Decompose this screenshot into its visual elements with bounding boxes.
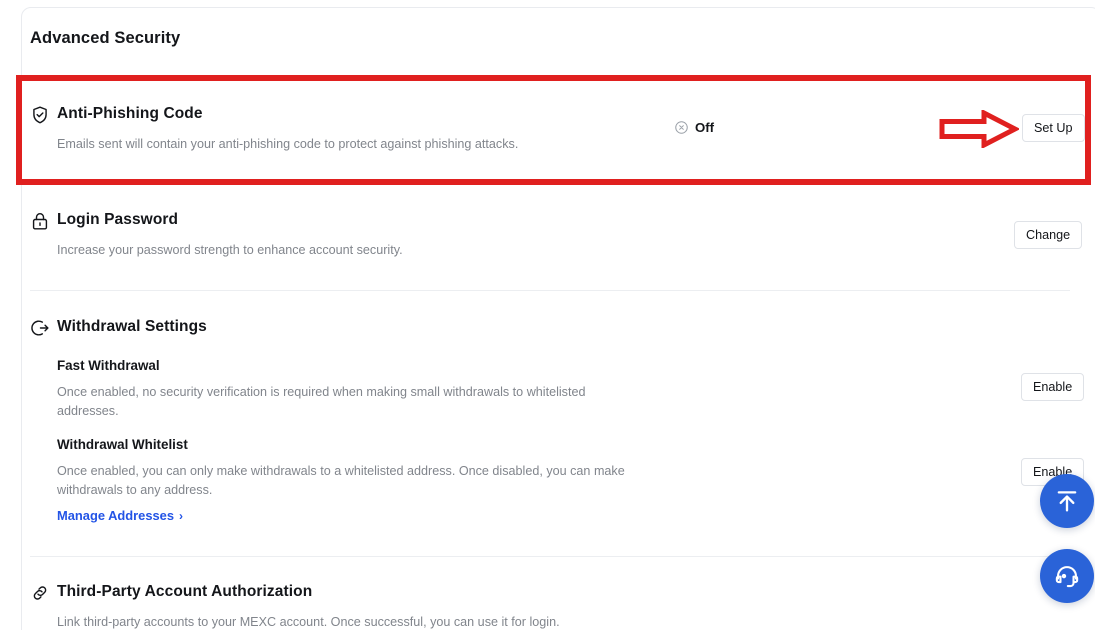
third-party-auth-title: Third-Party Account Authorization [57,583,313,600]
withdrawal-whitelist-title: Withdrawal Whitelist [57,437,188,452]
withdrawal-settings-title: Withdrawal Settings [57,318,207,335]
shield-check-icon [30,105,50,125]
anti-phishing-status-badge: Off [674,120,714,135]
circle-x-icon [674,120,689,135]
fast-withdrawal-title: Fast Withdrawal [57,358,160,373]
security-settings-page: Advanced Security Anti-Phishing Code Ema… [0,0,1095,630]
fast-withdrawal-description: Once enabled, no security verification i… [57,385,586,418]
chevron-right-icon: › [179,508,184,523]
divider-1 [30,290,1070,291]
withdrawal-whitelist-description: Once enabled, you can only make withdraw… [57,464,625,497]
arrow-up-to-line-icon [1057,491,1077,512]
manage-addresses-label: Manage Addresses [57,508,175,523]
arrow-out-circle-icon [30,318,50,338]
lock-icon [30,211,50,231]
divider-2 [30,556,1070,557]
customer-support-fab[interactable] [1040,549,1094,603]
anti-phishing-description: Emails sent will contain your anti-phish… [57,137,519,151]
set-up-button[interactable]: Set Up [1022,114,1085,142]
page-title: Advanced Security [30,29,181,47]
scroll-to-top-fab[interactable] [1040,474,1094,528]
headset-icon [1055,566,1079,588]
manage-addresses-link[interactable]: Manage Addresses › [57,508,183,523]
anti-phishing-title: Anti-Phishing Code [57,105,203,122]
anti-phishing-status-label: Off [695,120,715,135]
link-chain-icon [30,583,50,603]
login-password-title: Login Password [57,211,179,228]
login-password-description: Increase your password strength to enhan… [57,243,403,257]
third-party-auth-description: Link third-party accounts to your MEXC a… [57,615,560,629]
fast-withdrawal-enable-button[interactable]: Enable [1021,373,1085,401]
change-password-button[interactable]: Change [1014,221,1083,249]
